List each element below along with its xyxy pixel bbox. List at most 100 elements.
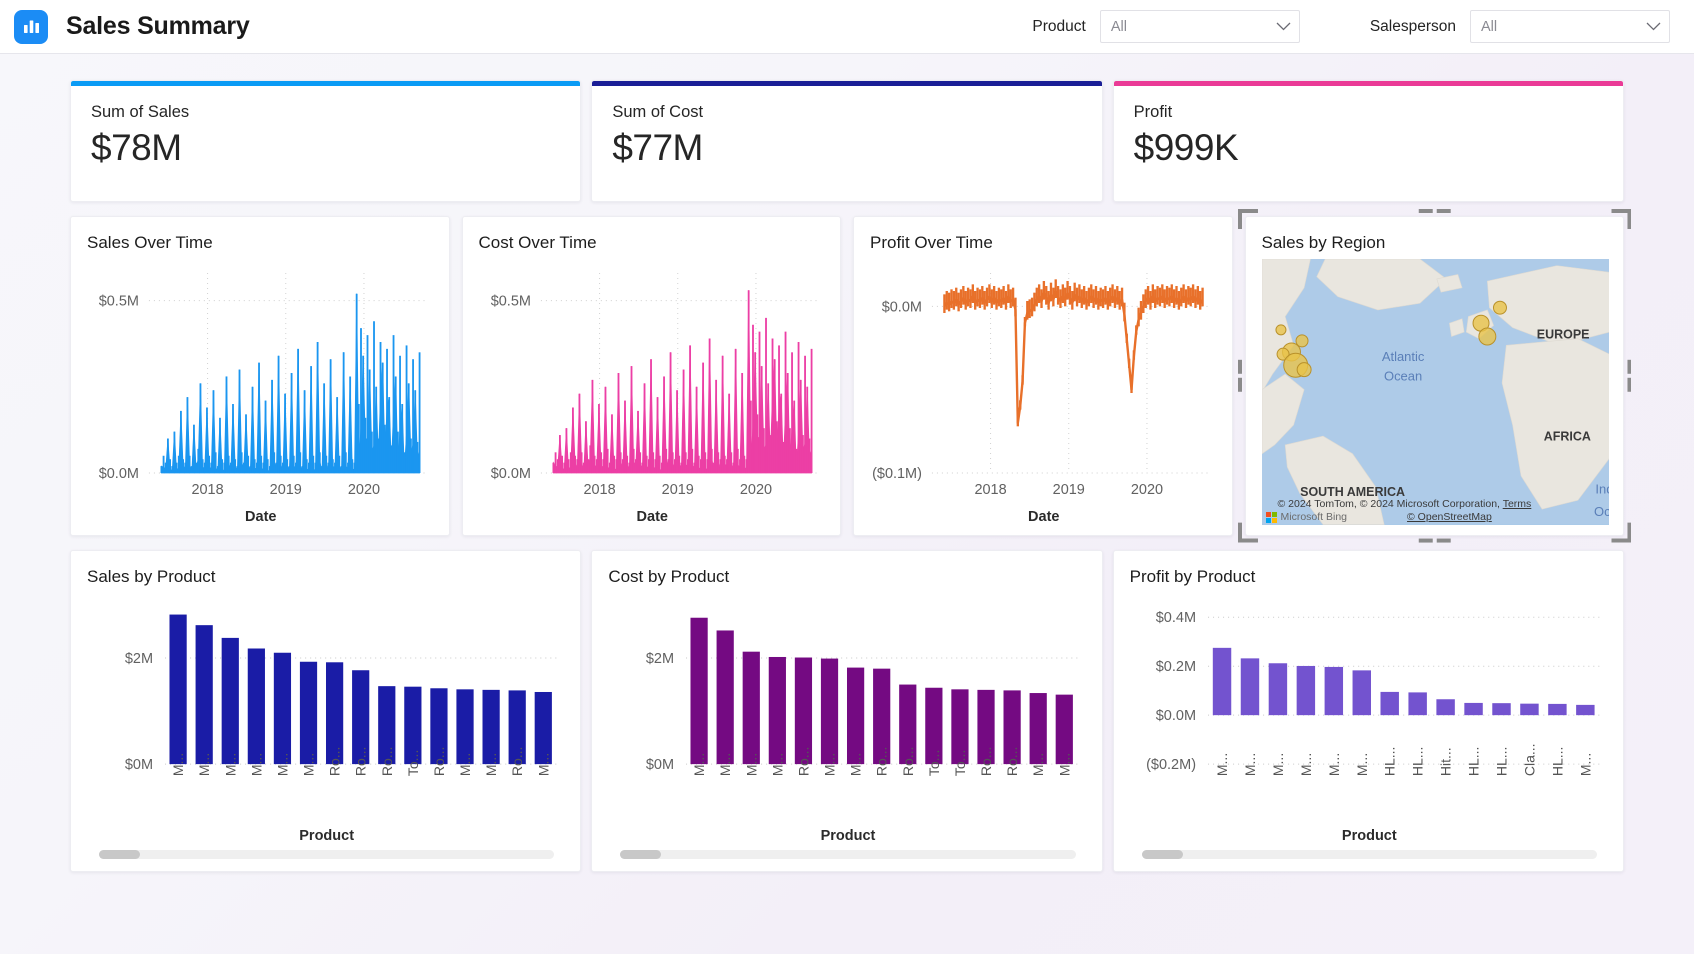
plot-cost-by-product: $0M $2M M... M... M... M... Ro... M... M... Ro...… <box>608 593 1087 826</box>
kpi-card-sum-of-sales[interactable]: Sum of Sales $78M <box>70 80 582 202</box>
chevron-down-icon <box>1276 18 1291 36</box>
kpi-accent-bar <box>592 81 1102 86</box>
resize-handle-corner[interactable] <box>1237 209 1258 229</box>
bar[interactable] <box>169 614 187 765</box>
filter-salesperson-label: Salesperson <box>1369 17 1456 35</box>
map-label-south-america: SOUTH AMERICA <box>1300 485 1405 499</box>
horizontal-scrollbar[interactable] <box>620 850 1076 860</box>
x-tick-label: To... <box>926 750 942 776</box>
x-axis-title: Date <box>1028 509 1060 525</box>
visual-profit-over-time[interactable]: Profit Over Time ($0.1M) $0.0M 2018 2019 202… <box>853 216 1233 536</box>
bar[interactable] <box>1324 666 1343 716</box>
bar[interactable] <box>847 667 865 765</box>
visual-title: Sales by Product <box>87 567 216 586</box>
kpi-card-profit[interactable]: Profit $999K <box>1112 80 1624 202</box>
bar[interactable] <box>1547 703 1567 716</box>
x-tick-label: 2018 <box>974 482 1006 498</box>
kpi-accent-bar <box>1113 81 1623 86</box>
map-bubble[interactable] <box>1296 362 1312 378</box>
x-tick-label: 2018 <box>191 482 223 498</box>
plot-cost-over-time: $0.0M $0.5M 2018 2019 2020 <box>479 259 827 507</box>
resize-handle-edge[interactable] <box>1418 209 1433 214</box>
bar[interactable] <box>273 652 292 765</box>
horizontal-scrollbar[interactable] <box>1141 850 1597 860</box>
x-tick-label: M... <box>770 753 786 776</box>
map-svg[interactable]: Atlantic Ocean EUROPE AFRICA SOUTH AMERICA In… <box>1261 259 1609 525</box>
resize-handle-corner[interactable] <box>1237 522 1258 543</box>
bar[interactable] <box>1463 702 1483 716</box>
x-tick-label: M... <box>222 753 238 776</box>
visual-sales-by-region[interactable]: Sales by Region Atlantic Ocean EUROPE AFRIC… <box>1237 209 1631 543</box>
bar[interactable] <box>821 658 839 765</box>
resize-handle-edge[interactable] <box>1436 538 1451 543</box>
resize-handle-edge[interactable] <box>1418 538 1433 543</box>
bar[interactable] <box>1296 665 1315 716</box>
bar[interactable] <box>1436 699 1455 716</box>
bar[interactable] <box>1491 703 1511 716</box>
resize-handle-edge[interactable] <box>1237 359 1242 374</box>
x-tick-label: To... <box>405 750 421 776</box>
visual-sales-by-product[interactable]: Sales by Product $0M $2M M... M... M... M... M… <box>70 550 582 872</box>
resize-handle-edge[interactable] <box>1626 377 1631 392</box>
y-tick-label: $0M <box>125 757 153 773</box>
x-tick-label: M... <box>1270 753 1286 776</box>
kpi-card-sum-of-cost[interactable]: Sum of Cost $77M <box>591 80 1103 202</box>
x-tick-label: M... <box>301 753 317 776</box>
bar[interactable] <box>247 648 265 765</box>
x-tick-label: M... <box>1577 753 1593 776</box>
map-canvas[interactable]: Atlantic Ocean EUROPE AFRICA SOUTH AMERICA In… <box>1261 259 1609 525</box>
y-tick-label: $0.4M <box>1155 610 1195 626</box>
x-tick-label: Ro... <box>379 747 395 777</box>
bar[interactable] <box>1212 647 1231 716</box>
salesperson-dropdown[interactable]: All <box>1470 10 1670 43</box>
bar[interactable] <box>1519 703 1539 716</box>
resize-handle-edge[interactable] <box>1626 359 1631 374</box>
x-tick-label: 2018 <box>583 482 615 498</box>
y-tick-label: $0.0M <box>490 466 530 482</box>
visual-title: Profit Over Time <box>870 233 993 252</box>
y-tick-label: $0M <box>646 757 674 773</box>
chart-svg: $0M $2M M... M... M... M... M... M... Ro... Ro...… <box>125 614 557 777</box>
bar[interactable] <box>1380 691 1399 716</box>
bar[interactable] <box>690 617 709 765</box>
x-tick-label: M... <box>1031 753 1047 776</box>
y-tick-label: ($0.2M) <box>1146 757 1196 773</box>
scrollbar-thumb[interactable] <box>99 850 140 860</box>
visual-profit-by-product[interactable]: Profit by Product ($0.2M) $0.0M $0.2M $0.4M… <box>1112 550 1624 872</box>
map-bubble[interactable] <box>1477 327 1496 346</box>
y-tick-label: $0.5M <box>490 294 530 310</box>
visual-cost-by-product[interactable]: Cost by Product $0M $2M M... M... M... M... Ro… <box>591 550 1103 872</box>
map-bubble[interactable] <box>1492 300 1507 315</box>
chart-svg: $0M $2M M... M... M... M... Ro... M... M... Ro...… <box>646 617 1078 776</box>
bar-chart-icon <box>14 9 48 44</box>
bar[interactable] <box>742 651 761 765</box>
bar[interactable] <box>1575 704 1595 716</box>
visual-cost-over-time[interactable]: Cost Over Time $0.0M $0.5M 2018 2019 2020 Da… <box>461 216 841 536</box>
bar[interactable] <box>221 637 239 765</box>
bar[interactable] <box>716 630 735 765</box>
x-tick-label: 2019 <box>1053 482 1085 498</box>
scrollbar-thumb[interactable] <box>620 850 662 860</box>
resize-handle-edge[interactable] <box>1436 209 1451 214</box>
bar[interactable] <box>769 656 787 765</box>
resize-handle-corner[interactable] <box>1610 209 1631 229</box>
map-openstreetmap-link[interactable]: © OpenStreetMap <box>1407 511 1492 524</box>
bar[interactable] <box>1352 670 1371 716</box>
kpi-label: Profit <box>1133 103 1173 121</box>
y-tick-label: $0.5M <box>99 294 139 310</box>
bar[interactable] <box>1408 692 1427 716</box>
visual-sales-over-time[interactable]: Sales Over Time $0.0M $0.5M 2018 2019 2020 D… <box>70 216 450 536</box>
resize-handle-edge[interactable] <box>1237 377 1242 392</box>
map-terms-link[interactable]: Terms <box>1503 498 1532 510</box>
scrollbar-thumb[interactable] <box>1141 850 1183 860</box>
x-axis-title: Date <box>245 509 277 525</box>
resize-handle-corner[interactable] <box>1610 522 1631 543</box>
bar[interactable] <box>1240 658 1259 716</box>
map-bubble[interactable] <box>1274 324 1286 336</box>
product-dropdown[interactable]: All <box>1099 10 1300 43</box>
bar[interactable] <box>195 625 213 765</box>
bar[interactable] <box>1268 663 1287 716</box>
x-axis-title: Product <box>299 828 355 845</box>
horizontal-scrollbar[interactable] <box>99 850 555 860</box>
bar[interactable] <box>299 661 318 765</box>
